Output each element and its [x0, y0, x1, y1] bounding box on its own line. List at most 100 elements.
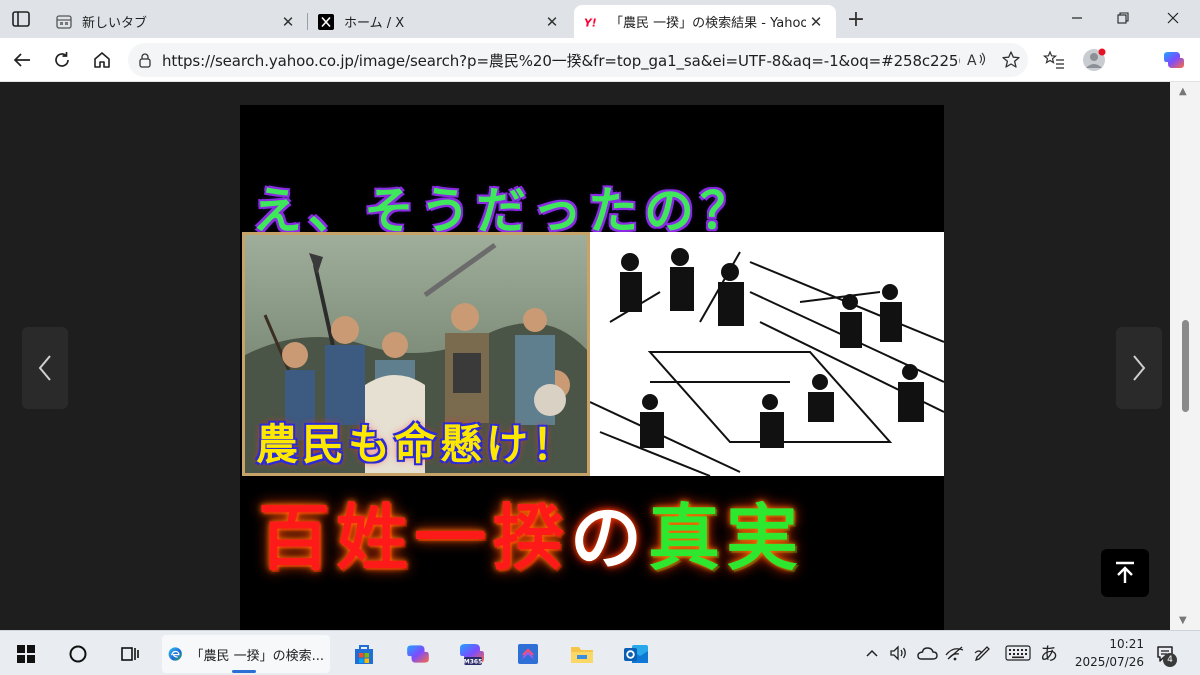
app-icon: [518, 644, 538, 664]
chevron-left-icon: [38, 355, 51, 381]
next-image-button[interactable]: [1116, 327, 1162, 409]
caption-bottom-particle: の: [570, 495, 649, 580]
tab-close-icon[interactable]: ✕: [542, 12, 562, 32]
notification-count-badge: 4: [1163, 653, 1177, 667]
touch-keyboard-button[interactable]: [1004, 641, 1032, 665]
show-hidden-icons[interactable]: [862, 641, 882, 665]
store-icon: [355, 645, 373, 664]
task-view-button[interactable]: [110, 635, 150, 673]
copilot-icon: [407, 645, 429, 663]
wifi-icon: [945, 646, 964, 661]
tab-yahoo-search[interactable]: Y! 「農民 一揆」の検索結果 - Yahoo!検 ✕: [574, 5, 836, 38]
taskbar-edge-window[interactable]: 「農民 一揆」の検索...: [162, 635, 330, 673]
outlook-icon: [624, 645, 648, 663]
tab-close-icon[interactable]: ✕: [278, 12, 298, 32]
preview-image[interactable]: え、そうだったの？ 農民も命懸け！ 百姓一揆の真実: [240, 105, 944, 630]
tab-new-tab[interactable]: 新しいタブ ✕: [46, 5, 308, 38]
edge-icon: [168, 647, 182, 661]
address-bar[interactable]: https://search.yahoo.co.jp/image/search?…: [128, 43, 1028, 77]
taskbar-outlook[interactable]: [616, 635, 656, 673]
windows-logo-icon: [17, 645, 35, 663]
browser-toolbar: https://search.yahoo.co.jp/image/search?…: [0, 38, 1200, 82]
copilot-button[interactable]: [1158, 44, 1190, 76]
clock-time: 10:21: [1109, 637, 1144, 651]
home-icon: [94, 52, 110, 68]
image-preview-area: え、そうだったの？ 農民も命懸け！ 百姓一揆の真実: [0, 82, 1170, 630]
keyboard-icon: [1005, 645, 1031, 661]
tab-x-home[interactable]: ホーム / X ✕: [308, 5, 572, 38]
speaker-icon: [890, 645, 906, 661]
yahoo-icon: Y!: [584, 14, 600, 30]
minimize-icon: [1072, 17, 1082, 19]
tab-title: 新しいタブ: [82, 16, 148, 31]
back-button[interactable]: [6, 44, 38, 76]
ime-indicator[interactable]: あ: [1038, 641, 1060, 665]
read-aloud-icon[interactable]: A: [960, 43, 994, 77]
search-circle-icon: [69, 645, 87, 663]
start-button[interactable]: [6, 635, 46, 673]
volume-button[interactable]: [888, 641, 910, 665]
copilot-icon: [1164, 52, 1184, 68]
taskbar-edge-label: 「農民 一揆」の検索...: [190, 648, 324, 664]
caption-bottom-truth: 真実: [648, 495, 805, 580]
cloud-icon: [917, 647, 938, 660]
new-tab-icon: [56, 14, 72, 30]
system-clock[interactable]: 10:21 2025/07/26: [1062, 635, 1144, 671]
favorites-list-icon: [1043, 50, 1064, 69]
restore-icon: [1117, 12, 1129, 24]
restore-button[interactable]: [1100, 0, 1146, 36]
taskbar-m365[interactable]: M365: [452, 635, 492, 673]
onedrive-button[interactable]: [916, 641, 938, 665]
taskbar-copilot[interactable]: [398, 635, 438, 673]
address-url[interactable]: https://search.yahoo.co.jp/image/search?…: [162, 50, 960, 71]
favorites-button[interactable]: [1038, 44, 1070, 76]
site-info-icon[interactable]: [128, 43, 162, 77]
taskbar-app[interactable]: [508, 635, 548, 673]
chevron-right-icon: [1133, 355, 1146, 381]
reload-icon: [55, 52, 69, 67]
tab-strip: 新しいタブ ✕ ホーム / X ✕ Y! 「農民 一揆」の検索結果 - Yaho…: [0, 0, 1200, 38]
scroll-to-top-button[interactable]: [1101, 549, 1149, 597]
back-arrow-icon: [13, 53, 30, 67]
scroll-up-icon[interactable]: ▲: [1179, 86, 1187, 97]
pen-icon: [974, 646, 990, 662]
caption-middle: 農民も命懸け！: [256, 420, 579, 469]
m365-badge-text: M365: [464, 659, 483, 666]
windows-taskbar: 「農民 一揆」の検索... M365 あ 10:21 2025/07/26 4: [0, 630, 1200, 675]
tab-close-icon[interactable]: ✕: [806, 12, 826, 32]
profile-button[interactable]: [1078, 44, 1110, 76]
scroll-down-icon[interactable]: ▼: [1179, 615, 1187, 626]
task-view-icon: [121, 647, 139, 661]
scrollbar-thumb[interactable]: [1182, 320, 1189, 412]
caption-bottom-title: 百姓一揆: [258, 495, 571, 580]
svg-text:Y!: Y!: [584, 16, 597, 29]
taskbar-store[interactable]: [344, 635, 384, 673]
close-icon: [1167, 12, 1179, 24]
tab-title: 「農民 一揆」の検索結果 - Yahoo!検: [610, 16, 806, 31]
minimize-button[interactable]: [1054, 0, 1100, 36]
tab-title: ホーム / X: [344, 16, 405, 31]
pen-menu-button[interactable]: [972, 641, 994, 665]
caption-bottom: 百姓一揆の真実: [258, 479, 804, 584]
vertical-scrollbar[interactable]: ▲ ▼: [1170, 82, 1200, 630]
favorite-star-icon[interactable]: [994, 43, 1028, 77]
avatar-icon: [1083, 48, 1106, 71]
home-button[interactable]: [86, 44, 118, 76]
m365-icon: M365: [460, 644, 484, 666]
close-window-button[interactable]: [1150, 0, 1196, 36]
taskbar-file-explorer[interactable]: [562, 635, 602, 673]
chevron-up-icon: [866, 649, 878, 657]
svg-text:A: A: [967, 53, 977, 69]
illustration-woodblock: [590, 232, 944, 476]
search-button[interactable]: [58, 635, 98, 673]
folder-icon: [571, 647, 593, 663]
tab-actions-button[interactable]: [6, 6, 36, 32]
previous-image-button[interactable]: [22, 327, 68, 409]
tab-actions-icon: [12, 11, 30, 27]
x-logo-icon: [318, 13, 334, 30]
reload-button[interactable]: [46, 44, 78, 76]
arrow-up-icon: [1116, 561, 1134, 583]
new-tab-button[interactable]: +: [842, 6, 870, 32]
clock-date: 2025/07/26: [1074, 655, 1144, 669]
network-button[interactable]: [944, 641, 966, 665]
